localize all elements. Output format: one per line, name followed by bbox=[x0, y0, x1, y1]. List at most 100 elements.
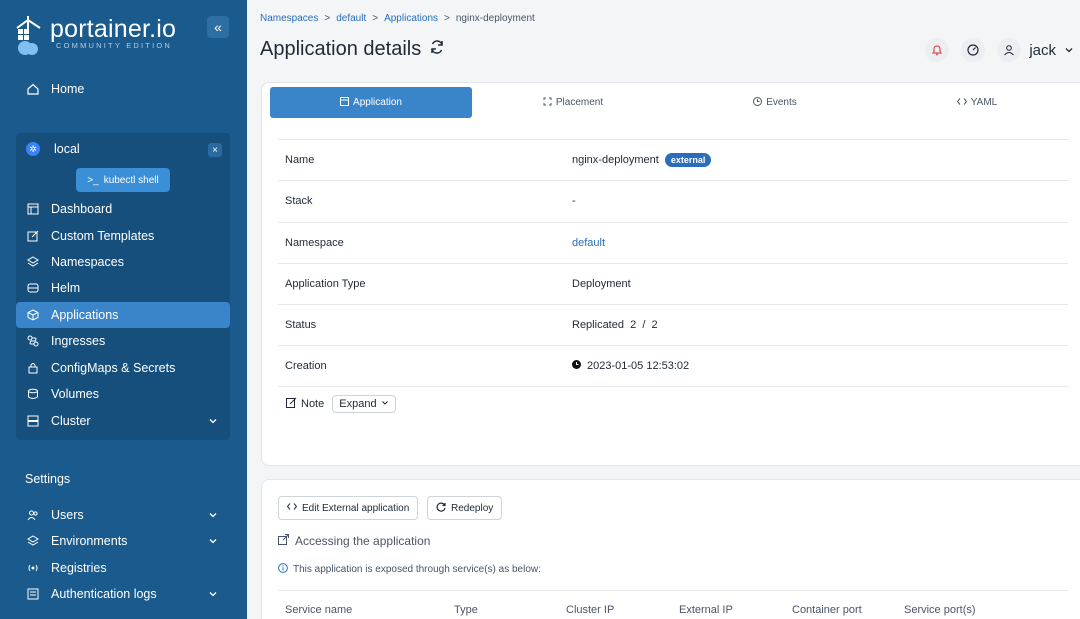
tab-placement-label: Placement bbox=[555, 97, 604, 108]
tab-application-label: Application bbox=[353, 97, 402, 108]
breadcrumb-applications[interactable]: Applications bbox=[384, 13, 438, 24]
nav-applications-label: Applications bbox=[51, 308, 119, 322]
table-row: Stack - bbox=[278, 180, 1068, 221]
helm-icon bbox=[26, 281, 40, 295]
application-details-card: Application Placement Events YAML Name n… bbox=[261, 82, 1080, 466]
nav-environments-label: Environments bbox=[51, 534, 128, 548]
breadcrumb-separator: > bbox=[372, 13, 379, 24]
nav-helm[interactable]: Helm bbox=[16, 275, 230, 301]
nav-dashboard-label: Dashboard bbox=[51, 202, 113, 216]
nav-registries[interactable]: Registries bbox=[16, 555, 230, 581]
tab-application[interactable]: Application bbox=[270, 87, 472, 118]
info-message: This application is exposed through serv… bbox=[278, 563, 541, 576]
clock-icon bbox=[572, 360, 581, 372]
breadcrumb-separator: > bbox=[444, 13, 450, 24]
breadcrumb-current: nginx-deployment bbox=[455, 13, 535, 24]
help-icon[interactable] bbox=[961, 38, 986, 62]
chevron-down-icon[interactable] bbox=[208, 588, 218, 602]
breadcrumb-default[interactable]: default bbox=[336, 13, 366, 24]
clock-icon bbox=[753, 96, 763, 109]
bell-icon[interactable] bbox=[925, 38, 950, 62]
portainer-logo-icon bbox=[14, 14, 44, 56]
nav-volumes[interactable]: Volumes bbox=[16, 381, 230, 407]
column-external-ip[interactable]: External IP bbox=[679, 604, 733, 616]
nav-namespaces[interactable]: Namespaces bbox=[16, 249, 230, 275]
nav-home-label: Home bbox=[51, 82, 85, 96]
external-badge: external bbox=[664, 153, 712, 168]
external-link-icon bbox=[278, 534, 289, 548]
nav-home[interactable]: Home bbox=[16, 76, 230, 102]
nav-users-label: Users bbox=[51, 508, 84, 522]
services-table-header: Service name Type Cluster IP External IP… bbox=[278, 590, 1068, 619]
breadcrumb-namespaces[interactable]: Namespaces bbox=[260, 13, 318, 24]
tab-events[interactable]: Events bbox=[674, 87, 876, 118]
edit-icon bbox=[26, 229, 40, 243]
nav-environments[interactable]: Environments bbox=[16, 528, 230, 554]
application-type-label: Application Type bbox=[285, 278, 366, 291]
nav-authentication-logs[interactable]: Authentication logs bbox=[16, 581, 230, 607]
chevron-down-icon[interactable] bbox=[208, 535, 218, 549]
database-icon bbox=[26, 387, 40, 401]
table-row: Creation 2023-01-05 12:53:02 bbox=[278, 345, 1068, 387]
brand[interactable]: portainer.io COMMUNITY EDITION bbox=[14, 14, 176, 56]
page-title: Application details bbox=[260, 38, 445, 61]
nav-configmaps-secrets[interactable]: ConfigMaps & Secrets bbox=[16, 355, 230, 381]
creation-label: Creation bbox=[285, 360, 327, 373]
nav-dashboard[interactable]: Dashboard bbox=[16, 196, 230, 222]
edit-external-application-button[interactable]: Edit External application bbox=[278, 496, 419, 520]
namespace-label: Namespace bbox=[285, 236, 344, 249]
table-row: Name nginx-deployment external bbox=[278, 139, 1068, 180]
nav-helm-label: Helm bbox=[51, 281, 81, 295]
kubernetes-icon: ✲ bbox=[26, 142, 40, 156]
redeploy-button[interactable]: Redeploy bbox=[427, 496, 503, 520]
application-type-value: Deployment bbox=[572, 278, 631, 291]
nav-registries-label: Registries bbox=[51, 561, 107, 575]
nav-applications[interactable]: Applications bbox=[16, 302, 230, 328]
header-actions: jack bbox=[925, 38, 1074, 62]
terminal-icon: >_ bbox=[87, 174, 99, 186]
column-service-ports[interactable]: Service port(s) bbox=[904, 604, 976, 616]
placement-icon bbox=[543, 97, 552, 109]
name-value-group: nginx-deployment external bbox=[572, 153, 712, 168]
username: jack bbox=[1029, 41, 1056, 59]
layers-icon bbox=[26, 255, 40, 269]
kubectl-shell-button[interactable]: >_ kubectl shell bbox=[76, 168, 170, 192]
user-menu[interactable]: jack bbox=[997, 38, 1074, 62]
collapse-sidebar-button[interactable]: « bbox=[207, 16, 229, 38]
stack-value: - bbox=[572, 195, 576, 208]
home-icon bbox=[26, 82, 40, 96]
sidebar: portainer.io COMMUNITY EDITION « Home ✲ … bbox=[0, 0, 247, 619]
info-icon bbox=[278, 563, 288, 576]
note-label: Note bbox=[301, 398, 325, 410]
expand-note-button[interactable]: Expand bbox=[332, 395, 396, 413]
column-cluster-ip[interactable]: Cluster IP bbox=[566, 604, 614, 616]
name-label: Name bbox=[285, 154, 315, 167]
table-row: Status Replicated 2 / 2 bbox=[278, 304, 1068, 345]
nav-ingresses[interactable]: Ingresses bbox=[16, 328, 230, 354]
tab-yaml[interactable]: YAML bbox=[876, 87, 1078, 118]
status-value: Replicated 2 / 2 bbox=[572, 319, 658, 332]
dashboard-icon bbox=[26, 202, 40, 216]
nav-custom-templates[interactable]: Custom Templates bbox=[16, 223, 230, 249]
access-title-text: Accessing the application bbox=[295, 534, 431, 548]
column-service-name[interactable]: Service name bbox=[285, 604, 352, 616]
column-type[interactable]: Type bbox=[454, 604, 478, 616]
breadcrumb-separator: > bbox=[324, 13, 331, 24]
box-icon bbox=[26, 308, 40, 322]
column-container-port[interactable]: Container port bbox=[792, 604, 862, 616]
details-table: Name nginx-deployment external Stack - N… bbox=[278, 139, 1068, 387]
chevron-down-icon bbox=[381, 398, 389, 410]
nav-users[interactable]: Users bbox=[16, 502, 230, 528]
tab-yaml-label: YAML bbox=[970, 97, 998, 108]
page-title-text: Application details bbox=[260, 38, 422, 60]
tab-placement[interactable]: Placement bbox=[472, 87, 674, 118]
chevron-down-icon[interactable] bbox=[208, 415, 218, 429]
chevron-down-icon[interactable] bbox=[208, 509, 218, 523]
close-environment-button[interactable]: × bbox=[208, 143, 222, 157]
nav-cluster[interactable]: Cluster bbox=[16, 408, 230, 434]
refresh-icon[interactable] bbox=[429, 38, 445, 61]
table-row: Namespace default bbox=[278, 221, 1068, 263]
nav-configmaps-label: ConfigMaps & Secrets bbox=[51, 361, 176, 375]
nav-volumes-label: Volumes bbox=[51, 387, 99, 401]
namespace-link[interactable]: default bbox=[572, 237, 605, 249]
